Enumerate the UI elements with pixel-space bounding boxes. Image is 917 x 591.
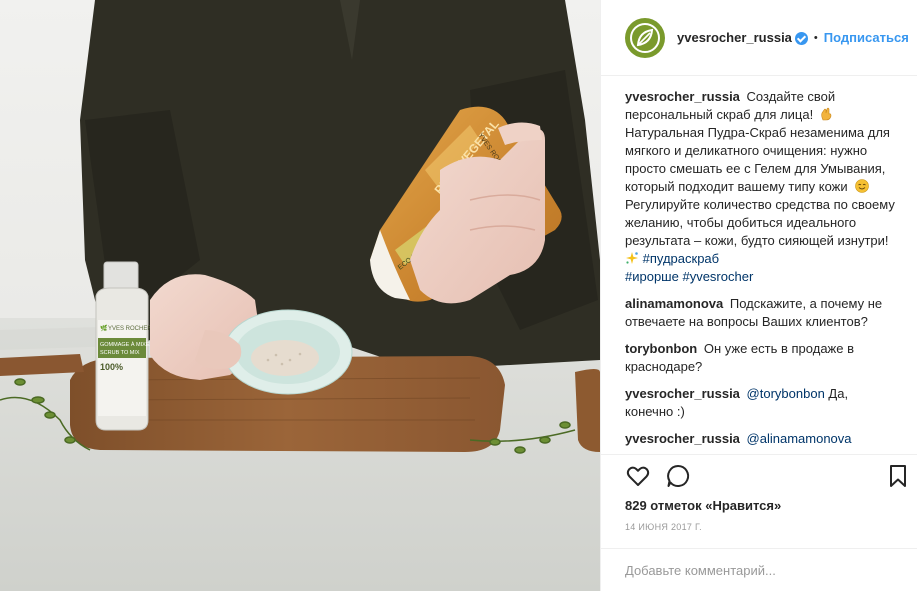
comment-item: yvesrocher_russia @alinamamonova [625, 430, 897, 448]
mention-link[interactable]: @torybonbon [747, 386, 825, 401]
separator-dot: • [813, 31, 818, 44]
mention-link[interactable]: @alinamamonova [747, 431, 852, 446]
caption-text-2: Натуральная Пудра-Скраб незаменима для м… [625, 125, 890, 194]
bottle-brand: YVES ROCHER [108, 326, 152, 332]
sparkle-icon [625, 251, 639, 265]
likes-count[interactable]: 829 отметок «Нравится» [625, 498, 781, 513]
bottle-label-2: SCRUB TO MIX [100, 350, 140, 356]
comment-icon[interactable] [665, 463, 691, 489]
caption-username[interactable]: yvesrocher_russia [625, 89, 740, 104]
post-date: 14 ИЮНЯ 2017 Г. [625, 522, 702, 532]
account-username[interactable]: yvesrocher_russia [677, 30, 792, 45]
post-header: yvesrocher_russia • Подписаться [601, 0, 917, 76]
verified-badge-icon [794, 32, 808, 45]
comment-username[interactable]: yvesrocher_russia [625, 431, 740, 446]
add-comment-input[interactable] [625, 549, 894, 591]
bottle-label-1: GOMMAGE À MIXER [100, 341, 154, 348]
post-photo[interactable]: 🌿 YVES ROCHER GOMMAGE À MIXER SCRUB TO M… [0, 0, 600, 591]
smile-icon [855, 179, 869, 193]
hashtag-link[interactable]: #пудраскраб [643, 251, 719, 266]
comment-username[interactable]: yvesrocher_russia [625, 386, 740, 401]
add-comment-bar [601, 548, 917, 591]
follow-button[interactable]: Подписаться [824, 30, 909, 45]
bottle-percent: 100% [100, 362, 123, 372]
hashtag-link[interactable]: #yvesrocher [682, 269, 753, 284]
hashtag-link[interactable]: #ирорше [625, 269, 679, 284]
post-details-panel: yvesrocher_russia • Подписаться yvesroch… [600, 0, 917, 591]
comments-list: yvesrocher_russia Создайте свой персонал… [625, 88, 897, 454]
comment-item: torybonbon Он уже есть в продаже в красн… [625, 340, 897, 376]
comment-item: alinamamonova Подскажите, а почему не от… [625, 295, 897, 331]
caption-text-3: Регулируйте количество средства по своем… [625, 197, 895, 248]
action-bar [601, 454, 917, 498]
post-image: 🌿 YVES ROCHER GOMMAGE À MIXER SCRUB TO M… [0, 0, 600, 591]
bottle-brand-text: 🌿 [100, 324, 108, 332]
comment-username[interactable]: alinamamonova [625, 296, 723, 311]
avatar[interactable] [625, 17, 665, 58]
heart-icon[interactable] [625, 463, 651, 489]
comment-username[interactable]: torybonbon [625, 341, 697, 356]
hand-icon [820, 107, 832, 121]
bookmark-icon[interactable] [885, 463, 911, 489]
post-caption: yvesrocher_russia Создайте свой персонал… [625, 88, 897, 286]
yves-rocher-logo-icon [626, 18, 664, 57]
comment-item: yvesrocher_russia @torybonbon Да, конечн… [625, 385, 897, 421]
